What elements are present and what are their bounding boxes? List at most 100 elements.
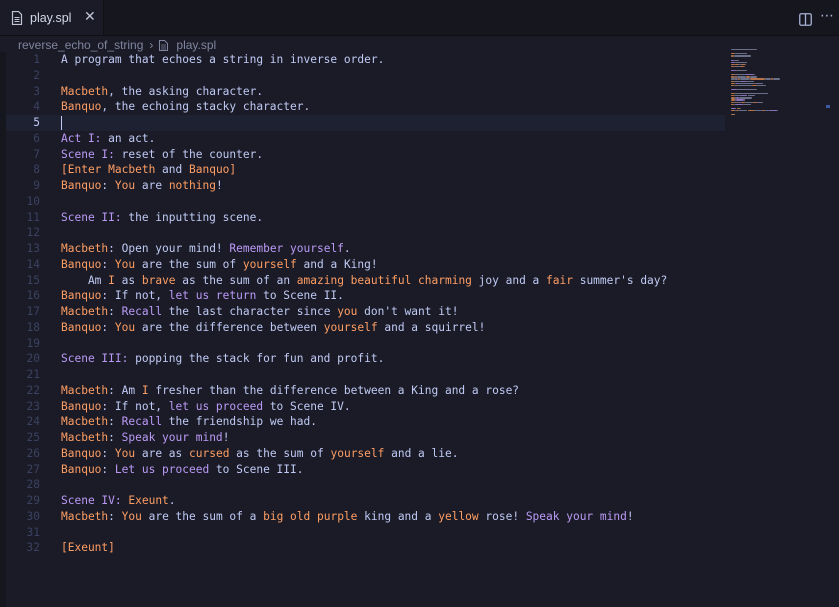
breadcrumb-file[interactable]: play.spl — [176, 38, 216, 52]
code-token: : — [108, 431, 122, 444]
line-text: Macbeth, the asking character. — [61, 84, 263, 100]
line-text: Banquo: You are the sum of yourself and … — [61, 257, 378, 273]
code-line[interactable]: 8 [Enter Macbeth and Banquo] — [0, 162, 725, 178]
code-token: : If not, — [101, 399, 169, 413]
code-token: yourself — [323, 320, 378, 334]
code-token: Speak your mind — [525, 509, 627, 523]
line-text: [Enter Macbeth and Banquo] — [61, 162, 236, 178]
code-token: to Scene IV. — [263, 399, 351, 413]
code-token: : — [101, 320, 115, 334]
tab-play-spl[interactable]: play.spl ✕ — [0, 0, 104, 35]
code-token: : — [108, 415, 122, 429]
code-line[interactable]: 17 Macbeth: Recall the last character sin… — [0, 304, 725, 320]
code-line[interactable]: 15 Am I as brave as the sum of an amazin… — [0, 273, 725, 289]
minimap-line — [735, 99, 745, 101]
minimap-line — [738, 93, 769, 95]
code-line[interactable]: 31 — [0, 525, 725, 541]
code-line[interactable]: 13 Macbeth: Open your mind! Remember your… — [0, 241, 725, 257]
code-token: ! — [215, 179, 223, 192]
more-actions-icon[interactable]: ⋯ — [820, 8, 834, 24]
code-line[interactable]: 26 Banquo: You are as cursed as the sum o… — [0, 446, 725, 462]
minimap-line — [739, 82, 754, 84]
code-token: Macbeth — [61, 305, 109, 318]
minimap-line — [739, 107, 741, 110]
minimap-line — [740, 78, 751, 80]
code-line[interactable]: 10 — [0, 194, 725, 210]
code-token: fair — [546, 273, 573, 287]
code-line[interactable]: 5 — [0, 115, 725, 131]
code-line[interactable]: 27 Banquo: Let us proceed to Scene III. — [0, 462, 725, 478]
code-token: yourself — [242, 257, 297, 271]
code-token: : Am — [108, 383, 142, 397]
code-line[interactable]: 29 Scene IV: Exeunt. — [0, 493, 725, 509]
line-text: Scene III: popping the stack for fun and… — [61, 351, 384, 367]
code-line[interactable]: 12 — [0, 225, 725, 241]
code-token: : — [108, 305, 122, 318]
code-line[interactable]: 3 Macbeth, the asking character. — [0, 84, 725, 100]
line-text: Macbeth: Recall the last character since… — [61, 304, 458, 320]
close-icon[interactable]: ✕ — [84, 9, 96, 25]
code-line[interactable]: 1 A program that echoes a string in inver… — [0, 52, 725, 68]
code-line[interactable]: 20 Scene III: popping the stack for fun a… — [0, 351, 725, 367]
code-token: Macbeth — [61, 383, 109, 397]
code-token: are the sum of a — [141, 509, 264, 523]
line-text: Act I: an act. — [61, 131, 155, 147]
code-line[interactable]: 14 Banquo: You are the sum of yourself an… — [0, 257, 725, 273]
code-line[interactable]: 23 Banquo: If not, let us proceed to Scen… — [0, 399, 725, 415]
code-line[interactable]: 22 Macbeth: Am I fresher than the differe… — [0, 383, 725, 399]
code-token: Banquo — [61, 446, 102, 460]
line-text: Macbeth: Recall the friendship we had. — [61, 414, 317, 430]
code-token: king and a — [357, 509, 439, 523]
code-line[interactable]: 25 Macbeth: Speak your mind! — [0, 430, 725, 446]
code-line[interactable]: 16 Banquo: If not, let us return to Scene… — [0, 288, 725, 304]
minimap[interactable] — [731, 49, 823, 119]
code-token: Banquo — [61, 100, 102, 114]
split-editor-icon[interactable] — [799, 13, 812, 26]
code-token: are as — [135, 446, 190, 460]
code-token: you — [337, 305, 358, 318]
breadcrumb-folder[interactable]: reverse_echo_of_string — [18, 38, 143, 52]
line-number: 2 — [33, 68, 40, 82]
code-line[interactable]: 24 Macbeth: Recall the friendship we had. — [0, 414, 725, 430]
code-token: an act. — [101, 131, 156, 145]
line-number: 25 — [26, 431, 40, 444]
minimap-line — [772, 78, 781, 80]
code-line[interactable]: 6 Act I: an act. — [0, 131, 725, 147]
scrollbar[interactable] — [826, 35, 839, 607]
minimap-line — [750, 78, 765, 80]
line-text: Scene IV: Exeunt. — [61, 493, 176, 509]
code-line[interactable]: 7 Scene I: reset of the counter. — [0, 147, 725, 163]
code-token: Scene I: — [61, 147, 115, 161]
chevron-right-icon: › — [149, 38, 154, 52]
line-text: Macbeth: Am I fresher than the differenc… — [61, 383, 519, 399]
line-number: 16 — [26, 289, 40, 303]
scrollbar-marker — [826, 105, 830, 108]
code-token: joy and a — [471, 273, 547, 287]
line-number: 21 — [26, 368, 40, 381]
line-number: 17 — [26, 305, 40, 318]
code-token: Macbeth — [108, 163, 156, 177]
code-editor[interactable]: 1 A program that echoes a string in inver… — [0, 52, 839, 607]
minimap-line — [737, 76, 746, 78]
minimap-line — [739, 97, 752, 99]
line-number: 9 — [33, 179, 40, 192]
code-line[interactable]: 2 — [0, 68, 725, 84]
code-line[interactable]: 11 Scene II: the inputting scene. — [0, 210, 725, 226]
code-token: as the sum of an — [175, 273, 297, 287]
code-line[interactable]: 19 — [0, 336, 725, 352]
code-token: cursed — [189, 446, 230, 460]
minimap-line — [731, 88, 737, 91]
code-line[interactable]: 4 Banquo, the echoing stacky character. — [0, 99, 725, 115]
code-line[interactable]: 21 — [0, 367, 725, 383]
code-line[interactable]: 18 Banquo: You are the difference between… — [0, 320, 725, 336]
code-line[interactable]: 30 Macbeth: You are the sum of a big old … — [0, 509, 725, 525]
code-line[interactable]: 32 [Exeunt] — [0, 540, 725, 556]
line-number: 23 — [26, 399, 40, 413]
code-token: yourself — [330, 446, 385, 460]
code-token: Banquo — [189, 163, 230, 177]
code-line[interactable]: 28 — [0, 477, 725, 493]
minimap-line — [755, 109, 762, 112]
minimap-line — [734, 95, 740, 97]
code-line[interactable]: 9 Banquo: You are nothing! — [0, 178, 725, 194]
minimap-line — [750, 76, 757, 78]
